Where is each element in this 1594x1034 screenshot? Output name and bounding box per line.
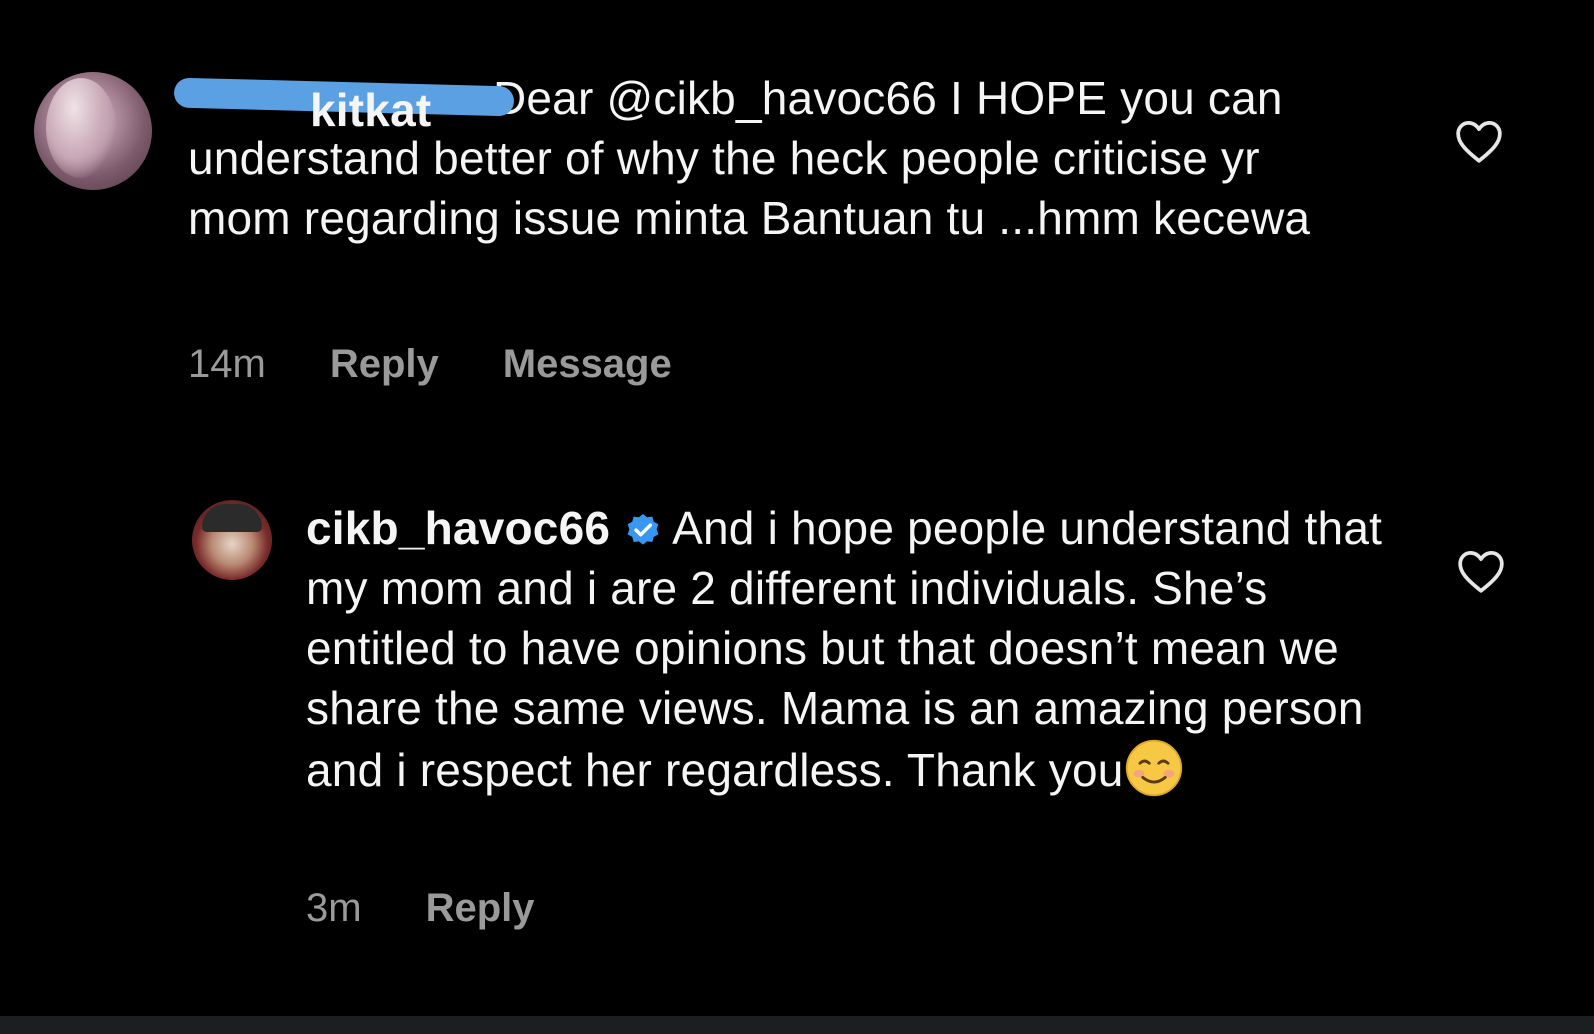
comment-meta: 3m Reply — [306, 886, 535, 931]
heart-outline-icon[interactable] — [1454, 118, 1504, 164]
comment-timestamp: 3m — [306, 886, 362, 930]
message-button[interactable]: Message — [503, 342, 672, 387]
reply-button[interactable]: Reply — [426, 886, 535, 931]
verified-badge-icon — [627, 513, 659, 545]
comment-meta: 14m Reply Message — [188, 342, 672, 387]
comment-text-block: cikb_havoc66 And i hope people understan… — [306, 498, 1406, 800]
avatar-photo — [202, 504, 262, 532]
username-suffix: kitkat — [310, 84, 432, 136]
avatar-photo — [46, 78, 116, 178]
heart-outline-icon[interactable] — [1456, 548, 1506, 594]
bottom-bar — [0, 1016, 1594, 1034]
avatar[interactable] — [34, 72, 152, 190]
username[interactable]: cikb_havoc66 — [306, 502, 610, 554]
smiling-face-emoji — [1125, 739, 1182, 797]
avatar[interactable] — [192, 500, 272, 580]
reply-button[interactable]: Reply — [330, 342, 439, 387]
redacted-username[interactable]: kitkat — [173, 76, 515, 136]
comment-text-block: kitkat Dear @cikb_havoc66 I HOPE you can… — [173, 68, 1348, 248]
comment-timestamp: 14m — [188, 342, 266, 386]
